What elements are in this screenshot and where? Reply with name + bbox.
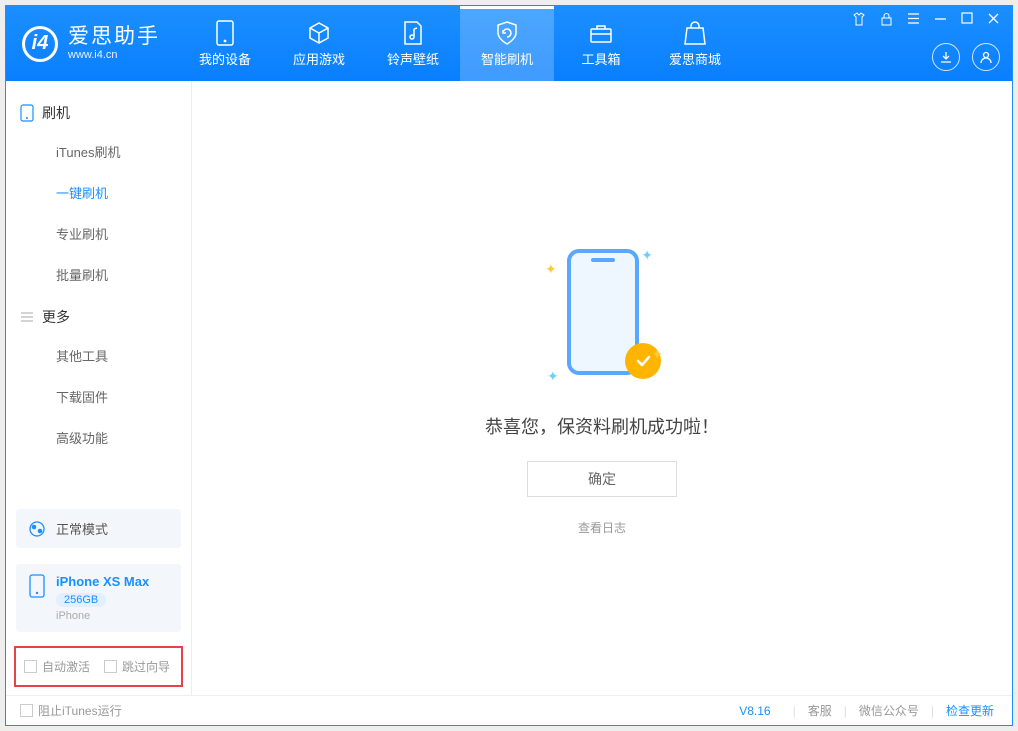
sidebar-item-itunes-flash[interactable]: iTunes刷机 (6, 131, 191, 172)
tab-my-device[interactable]: 我的设备 (178, 6, 272, 81)
checkbox-label: 自动激活 (42, 658, 90, 675)
tab-label: 工具箱 (581, 49, 620, 68)
device-name: iPhone XS Max (56, 574, 149, 589)
checkbox-icon (20, 704, 33, 717)
download-button[interactable] (932, 43, 960, 71)
tab-label: 爱思商城 (669, 49, 721, 68)
checkbox-icon (24, 660, 37, 673)
options-row: 自动激活 跳过向导 (14, 646, 183, 687)
title-bar: i4 爱思助手 www.i4.cn 我的设备 应用游戏 铃声壁纸 智能刷机 (6, 6, 1012, 81)
main-tabs: 我的设备 应用游戏 铃声壁纸 智能刷机 工具箱 爱思商城 (178, 6, 742, 81)
cube-icon (306, 20, 332, 46)
mode-label: 正常模式 (56, 519, 108, 538)
checkbox-label: 跳过向导 (122, 658, 170, 675)
sparkle-icon: ✦ (651, 346, 663, 363)
success-message: 恭喜您，保资料刷机成功啦！ (485, 413, 719, 439)
sidebar: 刷机 iTunes刷机 一键刷机 专业刷机 批量刷机 更多 其他工具 下载固件 … (6, 81, 192, 695)
footer-link-wechat[interactable]: 微信公众号 (855, 702, 923, 719)
brand-text: 爱思助手 www.i4.cn (68, 25, 160, 62)
checkbox-skip-guide[interactable]: 跳过向导 (104, 658, 170, 675)
body: 刷机 iTunes刷机 一键刷机 专业刷机 批量刷机 更多 其他工具 下载固件 … (6, 81, 1012, 695)
tab-apps[interactable]: 应用游戏 (272, 6, 366, 81)
checkbox-block-itunes[interactable]: 阻止iTunes运行 (20, 702, 122, 719)
version-label: V8.16 (739, 704, 770, 718)
tab-label: 我的设备 (199, 49, 251, 68)
checkbox-auto-activate[interactable]: 自动激活 (24, 658, 90, 675)
list-icon (20, 310, 34, 324)
phone-icon (20, 104, 34, 122)
success-illustration: ✦ ✦ ✦ ✦ (547, 241, 657, 391)
shield-refresh-icon (494, 20, 520, 46)
maximize-button[interactable] (961, 12, 973, 29)
checkbox-label: 阻止iTunes运行 (38, 702, 122, 719)
tab-flash[interactable]: 智能刷机 (460, 6, 554, 81)
sidebar-section-more: 更多 (6, 295, 191, 335)
account-buttons (932, 43, 1000, 71)
music-file-icon (400, 20, 426, 46)
mode-icon (28, 520, 46, 538)
sparkle-icon: ✦ (545, 261, 557, 278)
device-icon (212, 20, 238, 46)
device-capacity: 256GB (56, 593, 106, 607)
section-label: 更多 (42, 307, 70, 327)
tab-toolbox[interactable]: 工具箱 (554, 6, 648, 81)
sidebar-item-other-tools[interactable]: 其他工具 (6, 335, 191, 376)
menu-icon[interactable] (907, 12, 920, 29)
tshirt-icon[interactable] (852, 12, 866, 29)
sparkle-icon: ✦ (547, 368, 559, 385)
tab-label: 智能刷机 (481, 49, 533, 68)
minimize-button[interactable] (934, 12, 947, 29)
tab-label: 铃声壁纸 (387, 49, 439, 68)
sidebar-item-download-firmware[interactable]: 下载固件 (6, 376, 191, 417)
main-content: ✦ ✦ ✦ ✦ 恭喜您，保资料刷机成功啦！ 确定 查看日志 (192, 81, 1012, 695)
view-log-link[interactable]: 查看日志 (578, 519, 626, 536)
window-controls (852, 12, 1000, 29)
brand-title: 爱思助手 (68, 25, 160, 49)
mode-box[interactable]: 正常模式 (16, 509, 181, 548)
checkbox-icon (104, 660, 117, 673)
lock-icon[interactable] (880, 12, 893, 29)
header-right (852, 6, 1000, 81)
sidebar-scroll: 刷机 iTunes刷机 一键刷机 专业刷机 批量刷机 更多 其他工具 下载固件 … (6, 81, 191, 501)
device-type: iPhone (56, 610, 149, 622)
tab-label: 应用游戏 (293, 49, 345, 68)
sidebar-item-batch-flash[interactable]: 批量刷机 (6, 254, 191, 295)
tab-store[interactable]: 爱思商城 (648, 6, 742, 81)
ok-button[interactable]: 确定 (527, 461, 677, 497)
logo-icon: i4 (22, 26, 58, 62)
footer-link-support[interactable]: 客服 (804, 702, 836, 719)
sidebar-item-onekey-flash[interactable]: 一键刷机 (6, 172, 191, 213)
device-phone-icon (28, 574, 46, 598)
sidebar-item-pro-flash[interactable]: 专业刷机 (6, 213, 191, 254)
close-button[interactable] (987, 12, 1000, 29)
sidebar-item-advanced[interactable]: 高级功能 (6, 417, 191, 458)
footer-link-update[interactable]: 检查更新 (942, 702, 998, 719)
user-button[interactable] (972, 43, 1000, 71)
bag-icon (682, 20, 708, 46)
sidebar-section-flash: 刷机 (6, 91, 191, 131)
status-bar: 阻止iTunes运行 V8.16 | 客服 | 微信公众号 | 检查更新 (6, 695, 1012, 725)
brand-subtitle: www.i4.cn (68, 49, 160, 62)
tab-ringtones[interactable]: 铃声壁纸 (366, 6, 460, 81)
section-label: 刷机 (42, 103, 70, 123)
logo: i4 爱思助手 www.i4.cn (6, 25, 178, 62)
device-box[interactable]: iPhone XS Max 256GB iPhone (16, 564, 181, 632)
toolbox-icon (588, 20, 614, 46)
app-window: i4 爱思助手 www.i4.cn 我的设备 应用游戏 铃声壁纸 智能刷机 (5, 5, 1013, 726)
sparkle-icon: ✦ (641, 247, 653, 264)
